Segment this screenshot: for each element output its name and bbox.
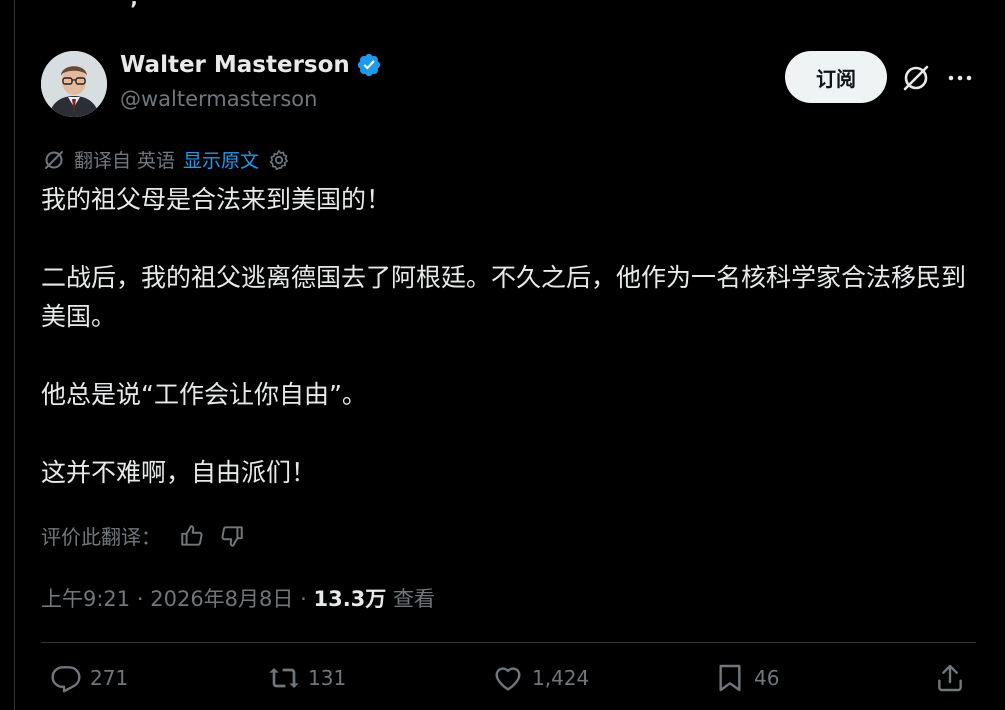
rate-translation-label: 评价此翻译： [41,525,161,549]
views-label: 查看 [392,587,435,611]
tweet-paragraph: 我的祖父母是合法来到美国的！ [41,185,392,214]
translated-from-label: 翻译自 英语 [74,150,176,172]
previous-content-fragment: ‚·· · [130,0,172,10]
reply-count: 271 [90,666,129,690]
rate-translation-row: 评价此翻译： [41,521,245,550]
tweet-paragraph: 这并不难啊，自由派们！ [41,458,317,487]
avatar-image [41,51,107,117]
bookmark-icon [719,664,741,692]
tweet-meta: 上午9:21 · 2026年8月8日 · 13.3万 查看 [41,583,435,613]
reply-icon [51,666,81,693]
author-avatar[interactable] [41,51,107,117]
more-icon[interactable] [946,64,974,92]
author-handle[interactable]: @waltermasterson [120,87,317,111]
share-button[interactable] [934,662,966,694]
reply-button[interactable]: 271 [50,662,128,694]
share-icon [938,664,962,692]
bookmark-button[interactable]: 46 [714,662,779,694]
settings-gear-icon[interactable] [267,148,291,172]
tweet-paragraph: 二战后，我的祖父逃离德国去了阿根廷。不久之后，他作为一名核科学家合法移民到美国。 [41,263,967,331]
tweet-paragraph: 他总是说“工作会让你自由”。 [41,380,367,409]
meta-separator: · [136,587,144,611]
like-button[interactable]: 1,424 [492,662,589,694]
translate-icon [45,150,63,169]
author-display-name[interactable]: Walter Masterson [120,52,350,78]
repost-icon [269,668,299,688]
meta-separator: · [300,587,307,611]
tweet-time[interactable]: 上午9:21 [41,587,130,611]
column-border [14,0,15,710]
tweet-detail-page: ‚·· · Walter Masterson @waltermasterson … [0,0,1005,710]
thumbs-up-icon[interactable] [179,523,205,549]
like-count: 1,424 [532,666,590,690]
tweet-date[interactable]: 2026年8月8日 [150,587,293,611]
grok-icon[interactable] [900,62,932,94]
verified-badge-icon[interactable] [356,52,382,78]
views-count: 13.3万 [313,587,387,611]
repost-button[interactable]: 131 [268,662,346,694]
thumbs-down-icon[interactable] [219,523,245,549]
tweet-body: 我的祖父母是合法来到美国的！ 二战后，我的祖父逃离德国去了阿根廷。不久之后，他作… [41,180,976,492]
bookmark-count: 46 [754,666,780,690]
repost-count: 131 [308,666,347,690]
show-original-link[interactable]: 显示原文 [183,146,259,173]
author-name-row: Walter Masterson [120,52,382,78]
translation-notice: 翻译自 英语 显示原文 [42,146,291,173]
divider [41,642,976,643]
tweet-actions: 271 131 1,424 46 [0,662,1005,702]
subscribe-button[interactable]: 订阅 [785,51,887,103]
like-icon [495,667,521,691]
